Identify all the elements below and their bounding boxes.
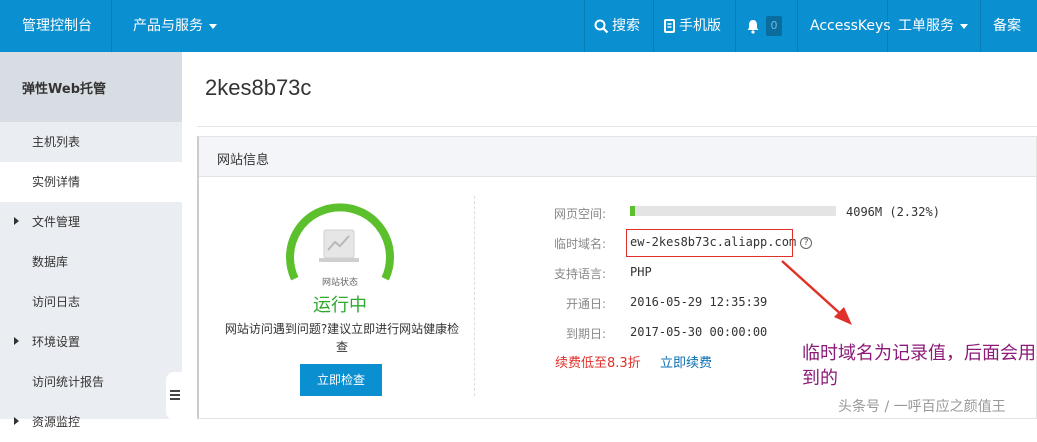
sidebar-item-label: 数据库 bbox=[32, 255, 69, 269]
nav-divider bbox=[797, 0, 798, 52]
console-home-link[interactable]: 管理控制台 bbox=[22, 0, 92, 52]
mobile-version-link[interactable]: 手机版 bbox=[664, 0, 721, 52]
website-status-icon bbox=[319, 229, 359, 262]
search-button[interactable]: 搜索 bbox=[594, 0, 640, 52]
sidebar-item-label: 资源监控 bbox=[32, 415, 81, 429]
chevron-right-icon bbox=[14, 337, 19, 345]
search-label: 搜索 bbox=[612, 18, 640, 34]
web-space-value: 4096M (2.32%) bbox=[846, 205, 940, 219]
language-value: PHP bbox=[630, 265, 652, 279]
web-space-progress-fill bbox=[630, 206, 636, 216]
top-nav-bar: 管理控制台 产品与服务 搜索 手机版 0 AccessKeys 工单服务 备案 bbox=[0, 0, 1037, 52]
sidebar: 弹性Web托管 主机列表 实例详情 文件管理 数据库 访问日志 环境设置 访问统… bbox=[0, 52, 182, 429]
sidebar-item-resource-monitor[interactable]: 资源监控 bbox=[0, 402, 182, 442]
web-space-label: 网页空间: bbox=[553, 207, 606, 221]
nav-divider bbox=[735, 0, 736, 52]
nav-divider bbox=[653, 0, 654, 52]
search-icon bbox=[594, 19, 609, 33]
sidebar-item-label: 访问日志 bbox=[32, 295, 81, 309]
bell-icon bbox=[747, 19, 759, 34]
products-menu[interactable]: 产品与服务 bbox=[133, 0, 217, 52]
chevron-right-icon bbox=[14, 217, 19, 225]
panel-title: 网站信息 bbox=[217, 153, 270, 168]
notifications-button[interactable]: 0 bbox=[746, 0, 782, 52]
gauge-label: 网站状态 bbox=[321, 278, 358, 288]
page-title: 2kes8b73c bbox=[205, 75, 312, 100]
sidebar-item-stats-report[interactable]: 访问统计报告 bbox=[0, 362, 182, 402]
sidebar-item-label: 访问统计报告 bbox=[32, 375, 105, 389]
annotation-text: 临时域名为记录值，后面会用到的 bbox=[802, 343, 1036, 389]
sidebar-header-title: 弹性Web托管 bbox=[22, 82, 106, 97]
web-space-progress bbox=[630, 206, 836, 216]
sidebar-header: 弹性Web托管 bbox=[0, 52, 182, 122]
menu-icon bbox=[170, 390, 180, 392]
start-date-value: 2016-05-29 12:35:39 bbox=[630, 295, 768, 309]
nav-divider bbox=[980, 0, 981, 52]
language-label: 支持语言: bbox=[553, 267, 606, 281]
watermark: 头条号 / 一呼百应之颜值王 bbox=[838, 399, 1006, 415]
sidebar-item-environment[interactable]: 环境设置 bbox=[0, 322, 182, 362]
nav-divider bbox=[111, 0, 112, 52]
divider bbox=[197, 126, 1037, 127]
annotation-arrow-icon bbox=[781, 260, 852, 325]
sidebar-item-file-management[interactable]: 文件管理 bbox=[0, 202, 182, 242]
check-now-button[interactable]: 立即检查 bbox=[300, 364, 382, 396]
sidebar-item-label: 环境设置 bbox=[32, 335, 81, 349]
sidebar-item-label: 文件管理 bbox=[32, 215, 81, 229]
health-check-hint: 网站访问遇到问题?建议立即进行网站健康检查 bbox=[224, 322, 460, 354]
notification-count-badge: 0 bbox=[766, 16, 782, 36]
end-date-value: 2017-05-30 00:00:00 bbox=[630, 325, 768, 339]
chevron-down-icon bbox=[960, 23, 968, 29]
tickets-menu-label: 工单服务 bbox=[898, 18, 954, 34]
chevron-down-icon bbox=[209, 23, 217, 29]
chevron-right-icon bbox=[14, 417, 19, 425]
renew-discount-promo[interactable]: 续费低至8.3折 bbox=[555, 352, 641, 371]
sidebar-item-instance-details[interactable]: 实例详情 bbox=[0, 162, 182, 202]
renew-now-link[interactable]: 立即续费 bbox=[660, 352, 712, 371]
nav-divider bbox=[584, 0, 585, 52]
sidebar-item-database[interactable]: 数据库 bbox=[0, 242, 182, 282]
end-date-label: 到期日: bbox=[565, 327, 606, 341]
products-menu-label: 产品与服务 bbox=[133, 18, 203, 34]
panel-header: 网站信息 bbox=[199, 137, 1036, 177]
nav-divider bbox=[887, 0, 888, 52]
sidebar-collapse-toggle[interactable] bbox=[166, 372, 182, 420]
start-date-label: 开通日: bbox=[565, 297, 606, 311]
mobile-icon bbox=[664, 19, 675, 33]
sidebar-item-label: 实例详情 bbox=[32, 175, 81, 189]
running-status: 运行中 bbox=[313, 295, 367, 316]
sidebar-item-label: 主机列表 bbox=[32, 135, 81, 149]
accesskeys-link[interactable]: AccessKeys bbox=[810, 0, 891, 52]
beian-link[interactable]: 备案 bbox=[993, 0, 1021, 52]
column-divider bbox=[474, 196, 475, 396]
tickets-menu[interactable]: 工单服务 bbox=[898, 0, 968, 52]
sidebar-item-host-list[interactable]: 主机列表 bbox=[0, 122, 182, 162]
sidebar-item-access-log[interactable]: 访问日志 bbox=[0, 282, 182, 322]
temp-domain-label: 临时域名: bbox=[553, 237, 606, 251]
help-icon[interactable]: ? bbox=[800, 236, 813, 249]
annotation-highlight-box bbox=[626, 229, 793, 257]
mobile-label: 手机版 bbox=[679, 18, 721, 34]
